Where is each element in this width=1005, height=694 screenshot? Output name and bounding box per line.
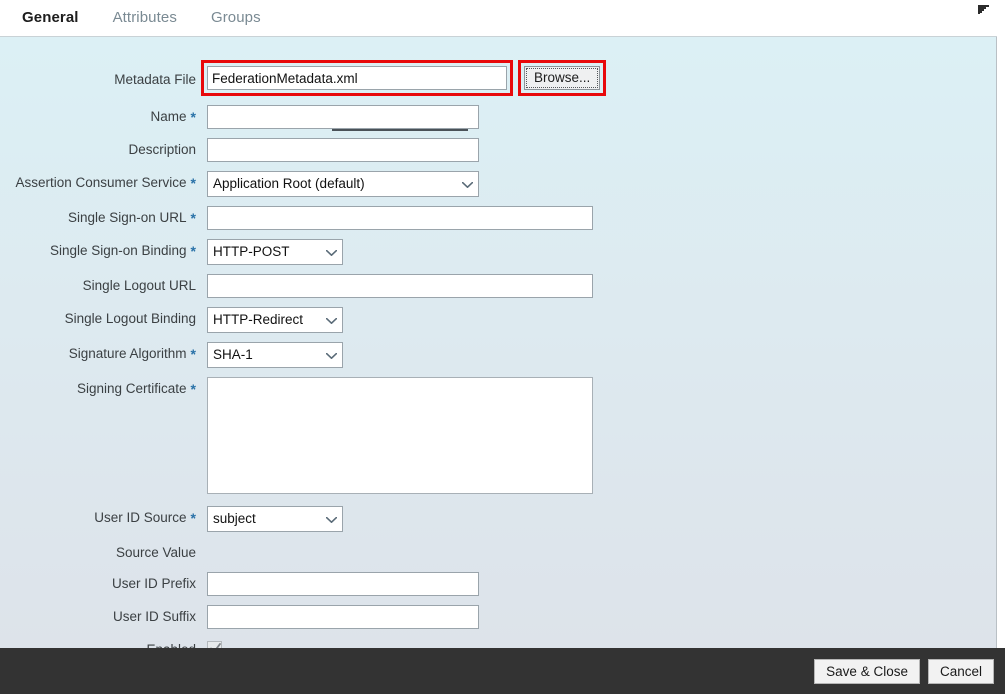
label-enabled: Enabled <box>0 638 196 648</box>
signing-certificate-control <box>196 377 593 499</box>
label-single-logout-binding: Single Logout Binding <box>0 307 196 327</box>
label-single-logout-url: Single Logout URL <box>0 274 196 294</box>
label-single-signon-url: Single Sign-on URL * <box>0 206 196 226</box>
user-id-suffix-input[interactable] <box>207 605 479 629</box>
chevron-down-icon <box>326 353 337 359</box>
label-signature-algorithm: Signature Algorithm * <box>0 342 196 362</box>
label-text: Single Sign-on Binding <box>49 243 187 258</box>
dropdown-value: SHA-1 <box>213 347 253 362</box>
tab-groups[interactable]: Groups <box>209 8 263 28</box>
name-input[interactable] <box>207 105 479 129</box>
name-field-underline-decoration <box>332 129 468 131</box>
browse-button-highlight-box: Browse... <box>518 60 607 96</box>
label-text: Single Logout URL <box>82 278 196 293</box>
chevron-down-icon <box>326 250 337 256</box>
label-text: Description <box>128 142 196 157</box>
general-form-panel: Metadata File Browse... Name* <box>0 37 997 648</box>
single-logout-url-control <box>196 274 593 298</box>
single-logout-binding-dropdown[interactable]: HTTP-Redirect <box>207 307 343 333</box>
enabled-control <box>196 638 222 648</box>
field-row-single-logout-url: Single Logout URL <box>0 274 996 298</box>
assertion-consumer-service-dropdown[interactable]: Application Root (default) <box>207 171 479 197</box>
label-text: Single Logout Binding <box>64 311 196 326</box>
single-logout-binding-control: HTTP-Redirect <box>196 307 343 333</box>
chevron-down-icon <box>326 318 337 324</box>
dropdown-value: subject <box>213 511 256 526</box>
scroll-up-arrow-icon[interactable] <box>978 1 989 14</box>
field-row-name: Name * <box>0 105 996 131</box>
label-text: Source Value <box>115 545 196 560</box>
signature-algorithm-control: SHA-1 <box>196 342 343 368</box>
single-signon-binding-control: HTTP-POST <box>196 239 343 265</box>
field-row-user-id-suffix: User ID Suffix <box>0 605 996 629</box>
label-assertion-consumer-service: Assertion Consumer Service * <box>0 171 196 191</box>
metadata-file-highlight-box <box>201 60 513 96</box>
signature-algorithm-dropdown[interactable]: SHA-1 <box>207 342 343 368</box>
user-id-suffix-control <box>196 605 479 629</box>
field-row-enabled: Enabled <box>0 638 996 648</box>
field-row-assertion-consumer-service: Assertion Consumer Service * Application … <box>0 171 996 197</box>
single-logout-url-input[interactable] <box>207 274 593 298</box>
single-signon-url-input[interactable] <box>207 206 593 230</box>
label-text: Assertion Consumer Service <box>15 175 187 190</box>
assertion-consumer-service-control: Application Root (default) <box>196 171 479 197</box>
label-name: Name * <box>0 105 196 125</box>
user-id-prefix-control <box>196 572 479 596</box>
description-input[interactable] <box>207 138 479 162</box>
label-text: User ID Source <box>94 510 187 525</box>
label-metadata-file: Metadata File <box>0 68 196 88</box>
field-row-single-signon-binding: Single Sign-on Binding * HTTP-POST <box>0 239 996 265</box>
enabled-checkbox[interactable] <box>207 641 222 648</box>
metadata-file-controls: Browse... <box>196 60 607 96</box>
saml-identity-provider-config-window: General Attributes Groups Metadata File … <box>0 0 1005 694</box>
field-row-signature-algorithm: Signature Algorithm * SHA-1 <box>0 342 996 368</box>
dropdown-value: Application Root (default) <box>213 176 365 191</box>
chevron-down-icon <box>326 517 337 523</box>
field-row-source-value: Source Value <box>0 541 996 563</box>
metadata-file-input[interactable] <box>207 66 507 90</box>
field-row-description: Description <box>0 138 996 162</box>
label-text: User ID Suffix <box>112 609 196 624</box>
dropdown-value: HTTP-Redirect <box>213 312 304 327</box>
label-text: Name <box>150 109 187 124</box>
save-and-close-button[interactable]: Save & Close <box>814 658 920 684</box>
label-text: Single Sign-on URL <box>67 210 187 225</box>
label-text: Signature Algorithm <box>68 346 187 361</box>
dropdown-value: HTTP-POST <box>213 244 290 259</box>
signing-certificate-textarea[interactable] <box>207 377 593 494</box>
label-user-id-source: User ID Source * <box>0 506 196 526</box>
label-text: User ID Prefix <box>111 576 196 591</box>
tab-bar: General Attributes Groups <box>0 0 997 37</box>
field-row-signing-certificate: Signing Certificate * <box>0 377 996 499</box>
field-row-user-id-prefix: User ID Prefix <box>0 572 996 596</box>
label-text: Signing Certificate <box>76 381 187 396</box>
tab-attributes[interactable]: Attributes <box>111 8 179 28</box>
single-signon-url-control <box>196 206 593 230</box>
field-row-user-id-source: User ID Source * subject <box>0 506 996 532</box>
browse-button[interactable]: Browse... <box>524 66 601 90</box>
field-row-single-signon-url: Single Sign-on URL * <box>0 206 996 230</box>
label-text: Metadata File <box>114 72 196 87</box>
scrollbar-gutter <box>997 0 1005 648</box>
label-signing-certificate: Signing Certificate * <box>0 377 196 397</box>
user-id-prefix-input[interactable] <box>207 572 479 596</box>
dialog-footer: Save & Close Cancel <box>0 648 1005 694</box>
label-description: Description <box>0 138 196 158</box>
field-row-metadata-file: Metadata File Browse... <box>0 60 996 96</box>
user-id-source-control: subject <box>196 506 343 532</box>
label-user-id-prefix: User ID Prefix <box>0 572 196 592</box>
label-single-signon-binding: Single Sign-on Binding * <box>0 239 196 259</box>
chevron-down-icon <box>462 182 473 188</box>
user-id-source-dropdown[interactable]: subject <box>207 506 343 532</box>
tab-general[interactable]: General <box>20 8 81 28</box>
field-row-single-logout-binding: Single Logout Binding HTTP-Redirect <box>0 307 996 333</box>
cancel-button[interactable]: Cancel <box>927 658 994 684</box>
name-control <box>196 105 479 131</box>
label-user-id-suffix: User ID Suffix <box>0 605 196 625</box>
label-source-value: Source Value <box>0 541 196 561</box>
description-control <box>196 138 479 162</box>
single-signon-binding-dropdown[interactable]: HTTP-POST <box>207 239 343 265</box>
